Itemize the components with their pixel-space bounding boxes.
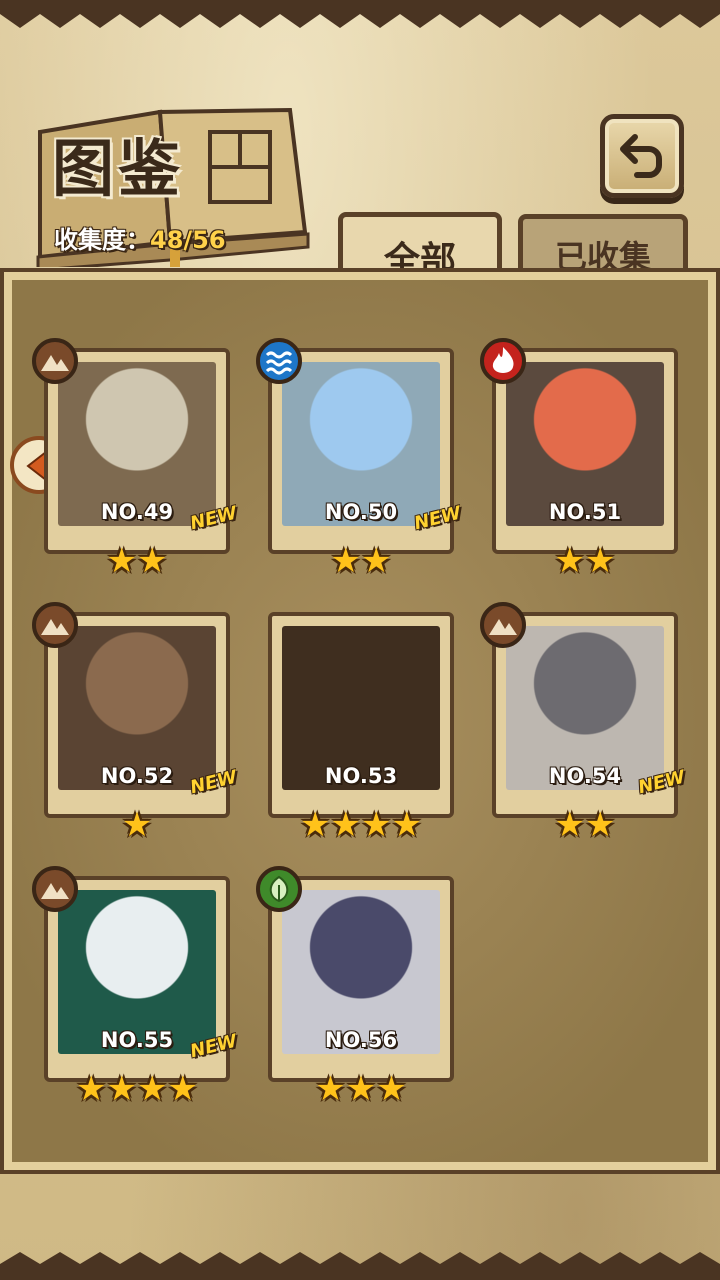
star-rating: ★★ [330,541,392,581]
fire-icon [480,338,526,384]
water-icon [256,338,302,384]
back-button[interactable] [600,114,684,198]
collection-progress: 收集度：48/56 [54,220,226,255]
leaf-icon [256,866,302,912]
return-arrow-icon [620,134,662,178]
star-rating: ★★ [554,541,616,581]
card-number: NO.51 [548,500,622,524]
tab-collected[interactable]: 已收集 [518,214,688,278]
star-rating: ★★★★ [76,1069,198,1109]
collection-label: 收集度： [54,226,150,254]
earth-icon [32,866,78,912]
earth-icon [32,602,78,648]
torn-edge-bottom [0,1252,720,1280]
card-number: NO.53 [324,764,398,788]
earth-icon [480,602,526,648]
card-number: NO.56 [324,1028,398,1052]
star-rating: ★★ [554,805,616,845]
star-rating: ★ [121,805,153,845]
star-rating: ★★★★ [300,805,422,845]
earth-icon [32,338,78,384]
collection-value: 48/56 [150,226,226,254]
page-title: 图鉴 [52,132,185,205]
star-rating: ★★ [106,541,168,581]
torn-edge-top [0,0,720,28]
star-rating: ★★★ [315,1069,407,1109]
